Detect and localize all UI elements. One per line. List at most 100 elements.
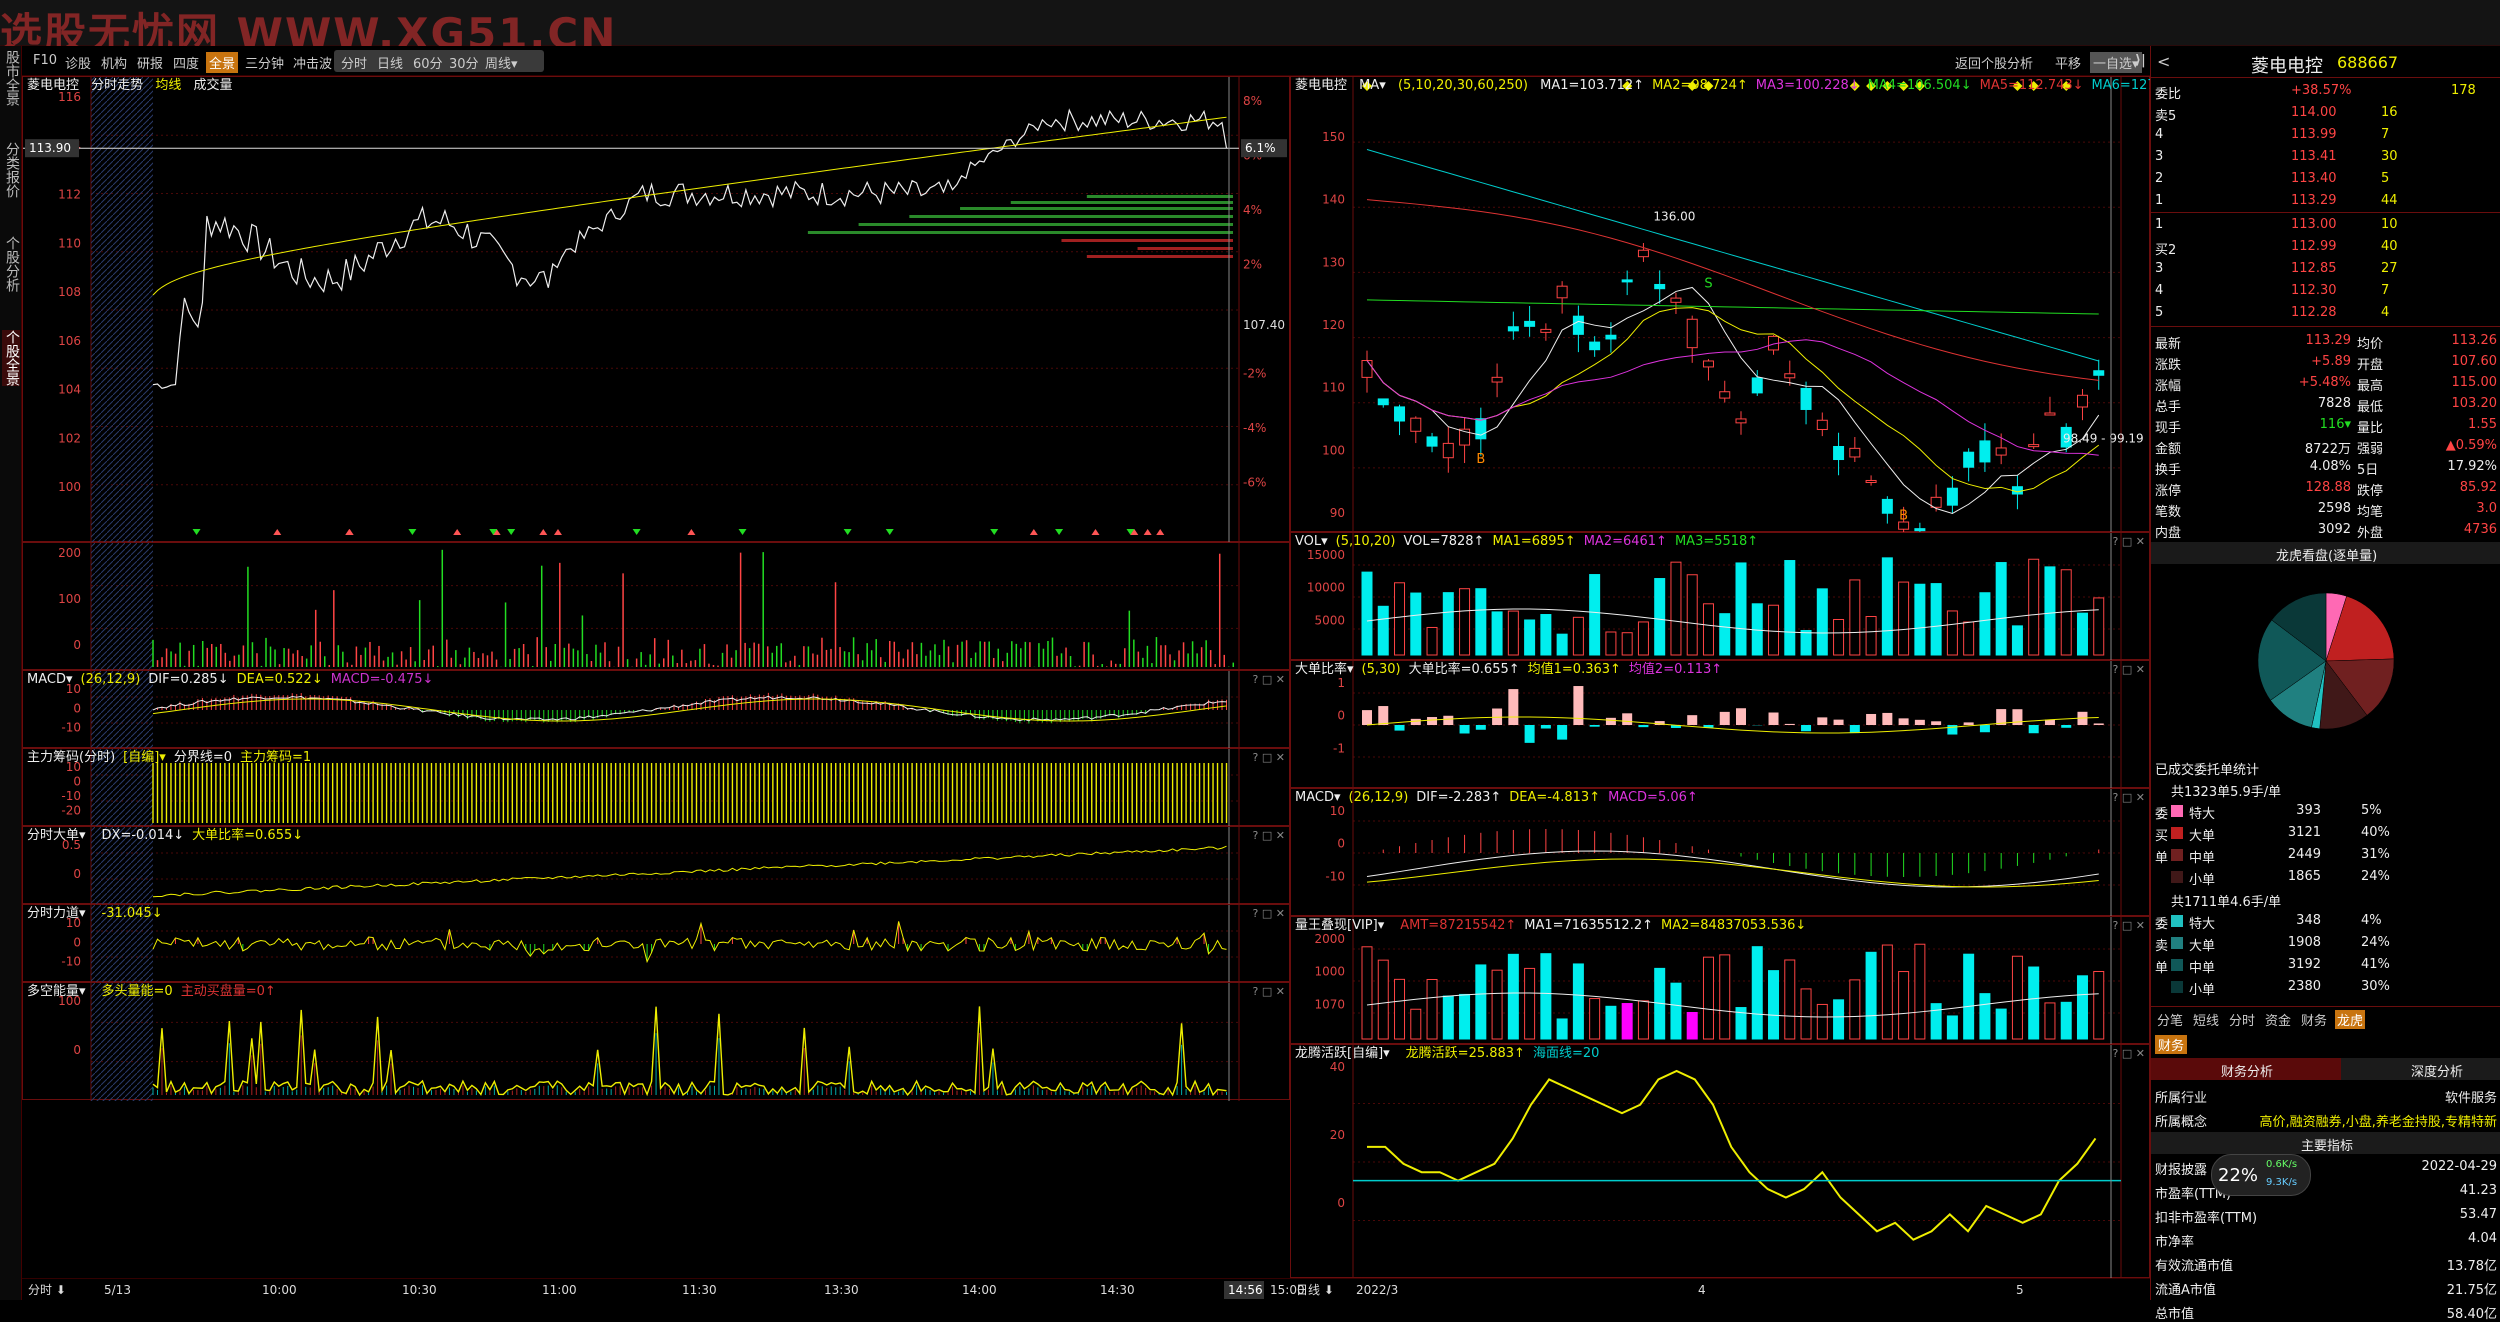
tab-stock-analysis[interactable]: 个股分析 [2,236,20,292]
toolbar-impulse[interactable]: 冲击波 [290,52,335,73]
period-daily[interactable]: 日线 [374,52,406,73]
bid-row[interactable]: 4112.307 [2151,280,2500,302]
indicator-tick: 5000 [1314,613,1345,627]
window-controls[interactable]: ? □ ✕ [2113,663,2145,676]
window-controls[interactable]: ? □ ✕ [1253,751,1285,764]
tab-stock-panorama[interactable]: 个股全景 [2,330,20,386]
panel-vol[interactable]: 15000100005000 VOL▾(5,10,20)VOL=7828↑MA1… [1290,532,2150,660]
panel-duokong[interactable]: 1000 多空能量▾多头量能=0主动买盘量=0↑ ? □ ✕ [22,982,1290,1100]
network-widget[interactable]: 22%0.6K/s9.3K/s [2211,1154,2311,1196]
ask-row[interactable]: 2113.405 [2151,168,2500,190]
ratio-bar [1817,717,1827,725]
indicator-name[interactable]: VOL▾ [1295,534,1328,549]
back-to-analysis-button[interactable]: 返回个股分析 [1952,52,2036,73]
quote-tab-1[interactable]: 短线 [2191,1010,2221,1029]
window-controls[interactable]: ? □ ✕ [2113,791,2145,804]
bid-row[interactable]: 1113.0010 [2151,214,2500,236]
candle-body [1866,480,1876,482]
ratio-bar [1541,725,1551,729]
candle-body [1947,488,1957,505]
deal-type: 小单 [2189,979,2215,998]
panel-kmacd[interactable]: 100-10 MACD▾(26,12,9)DIF=-2.283↑DEA=-4.8… [1290,788,2150,916]
toolbar-diagnose[interactable]: 诊股 [62,52,94,73]
kline-chart-panel[interactable]: 15014013012011010090136.0085.0198.49 - 9… [1290,76,2150,532]
indicator-name[interactable]: 龙腾活跃[自编]▾ [1295,1046,1390,1061]
toolbar-research[interactable]: 研报 [134,52,166,73]
indicator-name[interactable]: 分时大单▾ [27,828,86,843]
quote-tab-4[interactable]: 财务 [2299,1010,2329,1029]
deal-type: 小单 [2189,869,2215,888]
toolbar-f10[interactable]: F10 [30,52,60,69]
indicator-name[interactable]: 量王叠现[VIP]▾ [1295,918,1384,933]
period-30m[interactable]: 30分 [446,52,482,73]
intraday-chart-panel[interactable]: 1161141121101081061041021008%6%4%2%-2%-4… [22,76,1290,542]
toolbar-3min[interactable]: 三分钟 [242,52,287,73]
ask-row[interactable]: 卖5114.0016 [2151,102,2500,124]
stat-label: 强弱 [2357,438,2383,457]
indicator-name[interactable]: MACD▾ [27,672,73,687]
candle-body [1508,327,1518,331]
deal-type: 特大 [2189,913,2215,932]
stat-value: +5.48% [2291,375,2351,390]
panel-lwdx[interactable]: 200010001070 量王叠现[VIP]▾AMT=87215542↑MA1=… [1290,916,2150,1044]
collapse-icon[interactable]: ⟩| [2132,52,2149,69]
bid-row[interactable]: 3112.8527 [2151,258,2500,280]
deep-analysis-tab[interactable]: 深度分析 [2411,1061,2463,1080]
panel-lthy[interactable]: 40200 龙腾活跃[自编]▾龙腾活跃=25.883↑海面线=20 ? □ ✕ [1290,1044,2150,1278]
window-controls[interactable]: ? □ ✕ [1253,673,1285,686]
window-controls[interactable]: ? □ ✕ [2113,1047,2145,1060]
panel-zhuli[interactable]: 100-10-20 主力筹码(分时)[自编]▾分界线=0主力筹码=1 ? □ ✕ [22,748,1290,826]
period-weekly[interactable]: 周线▾ [482,52,521,73]
toolbar-institution[interactable]: 机构 [98,52,130,73]
kline-price-tick: 140 [1322,193,1345,207]
finance-analysis-tab[interactable]: 财务分析 [2221,1061,2273,1080]
tab-market-overview[interactable]: 股市全景 [2,50,20,106]
panel-dadan[interactable]: 0.50 分时大单▾DX=-0.014↓大单比率=0.655↓ ? □ ✕ [22,826,1290,904]
quote-tab-5[interactable]: 龙虎 [2335,1010,2365,1029]
panel-ddbl[interactable]: 10-1 大单比率▾(5,30)大单比率=0.655↑均值1=0.363↑均值2… [1290,660,2150,788]
pan-button[interactable]: 平移 [2052,52,2084,73]
ratio-bar [1557,725,1567,740]
window-controls[interactable]: ? □ ✕ [1253,829,1285,842]
quote-tab-3[interactable]: 资金 [2263,1010,2293,1029]
signal-marker [886,529,894,535]
ask-row[interactable]: 3113.4130 [2151,146,2500,168]
window-controls[interactable]: ? □ ✕ [2113,919,2145,932]
volume-bar [1557,634,1567,655]
indicator-name[interactable]: 大单比率▾ [1295,662,1354,677]
volume-bar [1460,994,1470,1039]
window-controls[interactable]: ? □ ✕ [1253,907,1285,920]
indicator-name[interactable]: 主力筹码(分时) [27,750,115,765]
indicator-name[interactable]: MACD▾ [1295,790,1341,805]
indicator-name[interactable]: 分时力道▾ [27,906,86,921]
volume-bar [1915,584,1925,655]
period-60m[interactable]: 60分 [410,52,446,73]
volume-bar [1395,979,1405,1039]
toolbar-panorama[interactable]: 全景 [206,52,238,73]
finance-tab[interactable]: 财务 [2155,1035,2187,1054]
panel-macd[interactable]: 100-10 MACD▾(26,12,9)DIF=0.285↓DEA=0.522… [22,670,1290,748]
quote-tab-2[interactable]: 分时 [2227,1010,2257,1029]
indicator-value: 均值2=0.113↑ [1629,662,1722,677]
ma-dropdown[interactable]: MA▾ [1359,78,1386,93]
force-line [153,921,1227,961]
period-intraday[interactable]: 分时 [338,52,370,73]
ask-row[interactable]: 4113.997 [2151,124,2500,146]
indicator-tick: 0 [1337,837,1345,851]
quote-tab-0[interactable]: 分笔 [2155,1010,2185,1029]
window-controls[interactable]: ? □ ✕ [1253,985,1285,998]
back-icon[interactable]: < [2157,52,2170,71]
indicator-name[interactable]: 多空能量▾ [27,984,86,999]
stat-value: 17.92% [2431,459,2497,474]
panel-lidao[interactable]: 100-10 分时力道▾-31.045↓ ? □ ✕ [22,904,1290,982]
indicator-value: DIF=-2.283↑ [1416,790,1501,805]
candle-body [1606,335,1616,339]
bid-row[interactable]: 买2112.9940 [2151,236,2500,258]
bid-row[interactable]: 5112.284 [2151,302,2500,324]
finance-row: 主要指标 [2151,1132,2500,1154]
toolbar-sidu[interactable]: 四度 [170,52,202,73]
tab-category-quotes[interactable]: 分类报价 [2,142,20,198]
ask-row[interactable]: 1113.2944 [2151,190,2500,212]
window-controls[interactable]: ? □ ✕ [2113,535,2145,548]
candle-body [1687,319,1697,347]
